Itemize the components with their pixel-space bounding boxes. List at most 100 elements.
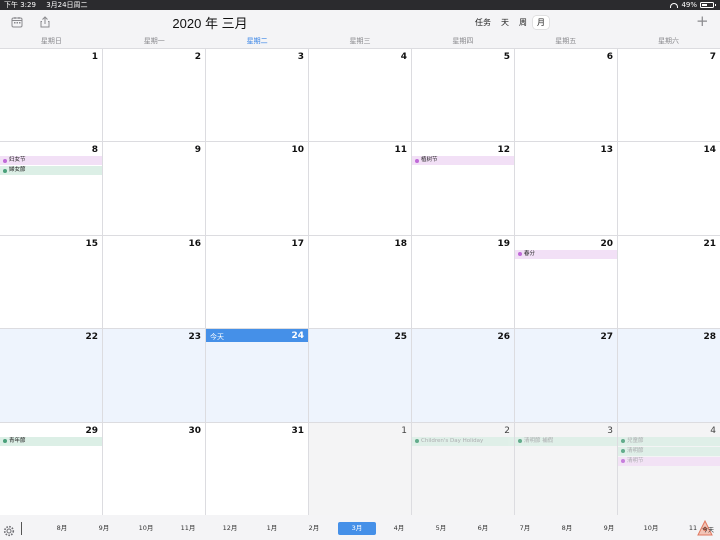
day-cell[interactable]: 27	[515, 329, 617, 422]
weekday-label: 星期五	[555, 37, 577, 45]
calendar-event[interactable]: 春分	[515, 249, 617, 259]
day-number: 29	[85, 425, 98, 436]
day-cell[interactable]: 2 Children's Day Holiday	[412, 422, 514, 515]
weekday-label: 星期日	[40, 37, 62, 45]
weekday-label: 星期三	[349, 37, 371, 45]
day-number: 1	[91, 52, 98, 62]
day-cell[interactable]: 10	[206, 142, 308, 235]
month-item[interactable]: 10月	[632, 522, 670, 535]
calendar-event[interactable]: 兒童節	[618, 436, 720, 446]
day-cell[interactable]: 3	[206, 49, 308, 142]
day-cell[interactable]: 31	[206, 422, 308, 515]
weekday-label: 星期六	[658, 37, 680, 45]
month-item[interactable]: 8月	[43, 522, 81, 535]
month-item[interactable]: 1月	[253, 522, 291, 535]
view-tab-1[interactable]: 天	[497, 16, 513, 29]
today-corner[interactable]: 今天	[695, 518, 715, 536]
day-cell[interactable]: 29 青年節	[0, 422, 102, 515]
month-item[interactable]: 12月	[211, 522, 249, 535]
day-cell[interactable]: 2	[103, 49, 205, 142]
day-cell[interactable]: 23	[103, 329, 205, 422]
today-label: 今天	[210, 333, 224, 342]
day-cell[interactable]: 6	[515, 49, 617, 142]
day-cell[interactable]: 8 妇女节 婦女節	[0, 142, 102, 235]
month-item-partial	[21, 522, 25, 535]
day-cell[interactable]: 15	[0, 235, 102, 329]
day-cell[interactable]: 7	[618, 49, 720, 142]
month-grid: 1 2 3 4 5 6 7 8 妇女节 婦女節 9 10 11 12 植树节 13 14 15 16 17 18 19 20…	[0, 48, 720, 515]
day-cell[interactable]: 4 兒童節 清明節 清明节	[618, 422, 720, 515]
calendar-event[interactable]: 植树节	[412, 156, 514, 166]
month-scroller[interactable]: 8月 9月 10月 11月 12月 1月 2月 3月 4月 5月 6月 7月 8月 9月 10月 11	[0, 522, 720, 535]
day-number: 12	[497, 145, 510, 156]
day-cell[interactable]: 25	[309, 329, 411, 422]
day-cell[interactable]: 16	[103, 235, 205, 329]
day-cell[interactable]: 4	[309, 49, 411, 142]
month-item[interactable]: 2月	[295, 522, 333, 535]
day-cell[interactable]: 9	[103, 142, 205, 235]
month-item[interactable]: 3月	[338, 522, 376, 535]
calendar-event[interactable]: 清明節	[618, 446, 720, 456]
event-list: 清明節 補假	[515, 436, 617, 447]
calendar-event[interactable]: 清明节	[618, 456, 720, 466]
add-event-button[interactable]: +	[696, 14, 709, 29]
day-cell[interactable]: 5	[412, 49, 514, 142]
day-cell[interactable]: 21	[618, 235, 720, 329]
weekday-label: 星期四	[452, 37, 474, 45]
day-cell[interactable]: 1	[0, 49, 102, 142]
day-cell[interactable]: 26	[412, 329, 514, 422]
calendar-event[interactable]: 婦女節	[0, 166, 102, 176]
toolbar: 2020 年 三月 任务天周月 +	[0, 10, 720, 34]
day-number: 4	[710, 425, 716, 436]
day-number: 20	[600, 238, 613, 249]
month-title: 2020 年 三月	[172, 16, 248, 31]
day-cell[interactable]: 22	[0, 329, 102, 422]
view-tab-3[interactable]: 月	[533, 16, 549, 29]
day-cell[interactable]: 14	[618, 142, 720, 235]
day-cell[interactable]: 20 春分	[515, 235, 617, 329]
month-item[interactable]: 6月	[464, 522, 502, 535]
month-item[interactable]: 8月	[548, 522, 586, 535]
calendar-event[interactable]: 清明節 補假	[515, 436, 617, 446]
day-number: 15	[85, 238, 98, 249]
day-cell[interactable]: 13	[515, 142, 617, 235]
day-number: 3	[607, 425, 613, 436]
month-item[interactable]: 7月	[506, 522, 544, 535]
month-item[interactable]: 11月	[169, 522, 207, 535]
view-tab-0[interactable]: 任务	[471, 16, 495, 29]
month-item[interactable]: 10月	[127, 522, 165, 535]
month-item[interactable]: 5月	[422, 522, 460, 535]
day-number: 9	[194, 145, 201, 156]
day-number: 10	[291, 145, 304, 156]
day-cell[interactable]: 17	[206, 235, 308, 329]
day-number: 3	[297, 52, 304, 62]
wifi-icon	[670, 2, 679, 8]
day-number: 27	[600, 332, 613, 343]
day-number: 8	[91, 145, 98, 156]
calendar-event[interactable]: Children's Day Holiday	[412, 436, 514, 446]
day-number: 23	[188, 332, 201, 343]
status-time: 下午 3:29	[4, 1, 36, 9]
day-number: 18	[394, 238, 407, 249]
day-cell[interactable]: 28	[618, 329, 720, 422]
day-cell[interactable]: 3 清明節 補假	[515, 422, 617, 515]
status-bar: 下午 3:29 3月24日周二 49%	[0, 0, 720, 10]
month-item[interactable]: 9月	[590, 522, 628, 535]
day-number: 21	[703, 238, 716, 249]
day-cell[interactable]: 19	[412, 235, 514, 329]
calendar-event[interactable]: 青年節	[0, 436, 102, 446]
gear-icon[interactable]	[3, 522, 15, 537]
day-cell[interactable]: 1	[309, 422, 411, 515]
day-cell[interactable]: 30	[103, 422, 205, 515]
view-tab-2[interactable]: 周	[515, 16, 531, 29]
day-number: 13	[600, 145, 613, 156]
day-cell[interactable]: 12 植树节	[412, 142, 514, 235]
month-item[interactable]: 9月	[85, 522, 123, 535]
calendar-event[interactable]: 妇女节	[0, 156, 102, 166]
calendar-app: 下午 3:29 3月24日周二 49% 2020 年 三月 任务天周月 + 星期…	[0, 0, 720, 540]
month-item[interactable]: 4月	[380, 522, 418, 535]
day-cell[interactable]: 今天 24	[206, 329, 308, 422]
day-cell[interactable]: 11	[309, 142, 411, 235]
day-cell[interactable]: 18	[309, 235, 411, 329]
day-number: 7	[709, 52, 716, 62]
